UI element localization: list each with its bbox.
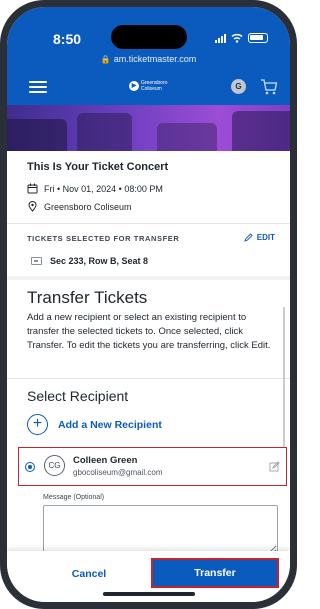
section-separator — [7, 276, 290, 280]
status-time: 8:50 — [53, 31, 82, 47]
lock-icon: 🔒 — [100, 55, 111, 64]
scrollbar[interactable] — [283, 307, 285, 447]
transfer-description: Add a new recipient or select an existin… — [27, 312, 271, 351]
ticket-icon — [31, 257, 42, 265]
transfer-content: This Is Your Ticket Concert Fri • Nov 01… — [7, 151, 290, 555]
wifi-icon — [231, 33, 243, 43]
signal-icon — [215, 33, 226, 43]
venue-logo[interactable]: ▶ Greensboro Coliseum — [129, 80, 167, 92]
dynamic-island — [111, 25, 187, 49]
edit-label: EDIT — [256, 233, 275, 242]
divider — [7, 223, 290, 224]
event-date: Fri • Nov 01, 2024 • 08:00 PM — [44, 183, 163, 194]
location-pin-icon — [28, 201, 37, 212]
message-label: Message (Optional) — [43, 494, 105, 501]
avatar[interactable]: G — [231, 79, 246, 94]
event-venue-row: Greensboro Coliseum — [27, 201, 132, 212]
status-bar: 8:50 🔒 am.ticketmaster.com — [7, 7, 290, 73]
edit-recipient-icon[interactable] — [269, 461, 280, 472]
seat-label: Sec 233, Row B, Seat 8 — [50, 256, 149, 266]
recipient-initials-avatar: CG — [44, 455, 65, 476]
app-header: ▶ Greensboro Coliseum G — [7, 69, 290, 105]
plus-circle-icon: + — [27, 414, 48, 435]
pencil-icon — [243, 233, 253, 242]
recipient-name: Colleen Green — [73, 455, 138, 466]
status-icons — [215, 33, 268, 43]
recipient-option[interactable]: CG Colleen Green gbocoliseum@gmail.com — [18, 447, 287, 486]
url-bar[interactable]: 🔒 am.ticketmaster.com — [7, 54, 290, 64]
phone-frame: 8:50 🔒 am.ticketmaster.com ▶ Greensboro … — [0, 0, 297, 609]
edit-tickets-button[interactable]: EDIT — [243, 233, 275, 242]
message-input[interactable] — [43, 505, 278, 555]
calendar-icon — [27, 183, 38, 194]
recipient-email: gbocoliseum@gmail.com — [73, 468, 163, 477]
add-recipient-button[interactable]: + Add a New Recipient — [27, 414, 162, 435]
menu-icon[interactable] — [29, 81, 47, 93]
screen: 8:50 🔒 am.ticketmaster.com ▶ Greensboro … — [7, 7, 290, 602]
select-recipient-title: Select Recipient — [27, 388, 129, 404]
transfer-title: Transfer Tickets — [27, 288, 148, 307]
home-indicator — [103, 592, 195, 596]
recipient-radio[interactable] — [25, 462, 35, 472]
selected-ticket: Sec 233, Row B, Seat 8 — [31, 256, 148, 266]
divider — [7, 378, 290, 379]
event-date-row: Fri • Nov 01, 2024 • 08:00 PM — [27, 183, 163, 194]
event-title: This Is Your Ticket Concert — [27, 161, 169, 173]
mute-switch — [0, 110, 2, 132]
cart-icon[interactable] — [260, 78, 278, 96]
url-text: am.ticketmaster.com — [113, 54, 197, 64]
add-recipient-label: Add a New Recipient — [58, 418, 162, 431]
logo-mark-icon: ▶ — [129, 81, 139, 91]
event-venue: Greensboro Coliseum — [44, 201, 132, 212]
event-banner-image — [7, 105, 290, 151]
battery-icon — [248, 33, 268, 43]
transfer-button[interactable]: Transfer — [151, 558, 279, 588]
cancel-button[interactable]: Cancel — [35, 559, 143, 589]
tickets-section-label: TICKETS SELECTED FOR TRANSFER — [27, 234, 180, 243]
logo-text: Greensboro Coliseum — [141, 80, 168, 92]
